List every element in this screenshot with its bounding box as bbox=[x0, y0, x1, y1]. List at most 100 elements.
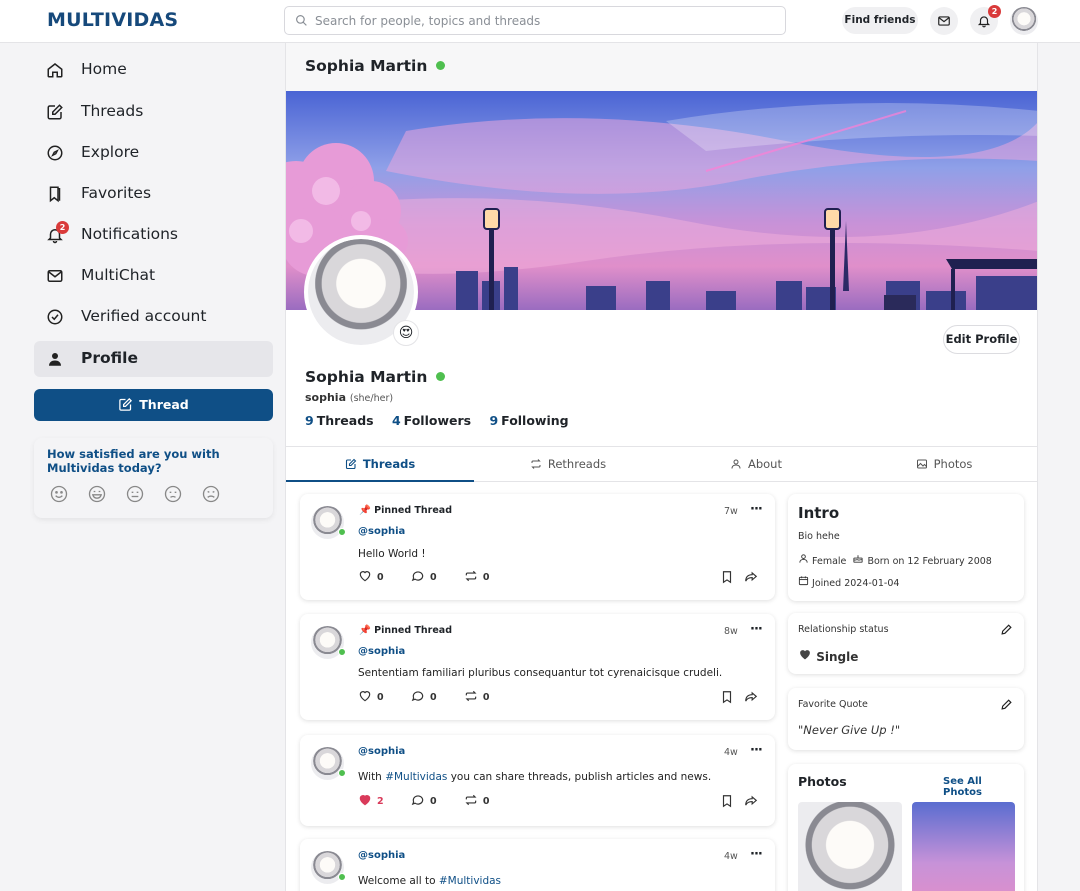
sidebar-item-label: MultiChat bbox=[81, 266, 156, 284]
sidebar-item-multichat[interactable]: MultiChat bbox=[34, 258, 273, 294]
thread-card[interactable]: 4w ··· @sophia Welcome all to #Multivida… bbox=[300, 839, 775, 891]
tab-label: Photos bbox=[933, 457, 973, 471]
following-stat[interactable]: 9 Following bbox=[489, 413, 568, 428]
header-name-text: Sophia Martin bbox=[305, 57, 428, 75]
notifications-badge: 2 bbox=[56, 221, 69, 234]
online-indicator bbox=[338, 648, 346, 656]
logo[interactable]: MULTIVIDAS bbox=[47, 9, 178, 31]
relationship-label: Relationship status bbox=[798, 624, 889, 635]
repeat-icon bbox=[531, 459, 541, 469]
bookmark-icon[interactable] bbox=[720, 794, 734, 808]
rethread-count: 0 bbox=[482, 692, 490, 703]
sidebar-item-explore[interactable]: Explore bbox=[34, 135, 273, 171]
notifications-button[interactable]: 2 bbox=[970, 5, 1001, 35]
edit-icon bbox=[345, 458, 357, 470]
repeat-icon bbox=[465, 570, 477, 582]
pencil-icon[interactable] bbox=[1000, 623, 1013, 636]
sidebar-item-threads[interactable]: Threads bbox=[34, 94, 273, 130]
intro-card: Intro Bio hehe Female Born on 12 Februar… bbox=[788, 494, 1024, 601]
post-text: With #Multividas you can share threads, … bbox=[358, 771, 711, 783]
threads-stat[interactable]: 9 Threads bbox=[305, 413, 374, 428]
rethread-button[interactable]: 0 bbox=[464, 689, 490, 703]
notifications-badge: 2 bbox=[988, 5, 1001, 18]
status-emoji[interactable]: 😍 bbox=[393, 320, 419, 346]
photo-thumbnail[interactable] bbox=[798, 802, 902, 891]
face-neutral-icon[interactable] bbox=[125, 484, 145, 504]
post-text-part: With bbox=[358, 771, 386, 783]
relationship-value-row: Single bbox=[798, 648, 858, 664]
online-indicator bbox=[338, 528, 346, 536]
edit-icon bbox=[47, 104, 63, 120]
pronouns: (she/her) bbox=[349, 393, 394, 404]
search-input[interactable]: Search for people, topics and threads bbox=[284, 6, 786, 35]
pencil-icon[interactable] bbox=[1000, 698, 1013, 711]
share-icon[interactable] bbox=[744, 690, 758, 704]
rethread-count: 0 bbox=[482, 572, 490, 583]
photo-thumbnail[interactable] bbox=[912, 802, 1015, 891]
hashtag-link[interactable]: #Multividas bbox=[385, 771, 447, 783]
heart-filled-icon bbox=[359, 795, 371, 806]
post-handle[interactable]: @sophia bbox=[358, 526, 405, 537]
intro-born: Born on 12 February 2008 bbox=[867, 556, 992, 567]
sidebar-item-verified-account[interactable]: Verified account bbox=[34, 299, 273, 335]
bookmark-icon[interactable] bbox=[720, 690, 734, 704]
rethread-button[interactable]: 0 bbox=[464, 569, 490, 583]
see-all-photos-link[interactable]: See All Photos bbox=[943, 776, 1024, 798]
tab-photos[interactable]: Photos bbox=[850, 447, 1037, 482]
post-handle[interactable]: @sophia bbox=[358, 850, 405, 861]
bookmark-icon[interactable] bbox=[720, 570, 734, 584]
sidebar-item-favorites[interactable]: Favorites bbox=[34, 176, 273, 212]
tab-rethreads[interactable]: Rethreads bbox=[474, 447, 662, 482]
comment-icon bbox=[411, 571, 424, 582]
profile-name-text: Sophia Martin bbox=[305, 368, 428, 386]
face-grin-icon[interactable] bbox=[87, 484, 107, 504]
thread-card[interactable]: 📌 Pinned Thread 7w ··· @sophia Hello Wor… bbox=[300, 494, 775, 600]
hashtag-link[interactable]: #Multividas bbox=[439, 875, 501, 887]
post-handle[interactable]: @sophia bbox=[358, 646, 405, 657]
more-options-icon[interactable]: ··· bbox=[750, 502, 763, 517]
face-unhappy-icon[interactable] bbox=[163, 484, 183, 504]
new-thread-button[interactable]: Thread bbox=[34, 389, 273, 421]
profile-header-bar: Sophia Martin bbox=[286, 43, 1037, 91]
post-time: 4w bbox=[724, 747, 738, 758]
more-options-icon[interactable]: ··· bbox=[750, 622, 763, 637]
comment-button[interactable]: 0 bbox=[411, 569, 437, 583]
tab-threads[interactable]: Threads bbox=[286, 447, 474, 482]
followers-stat[interactable]: 4 Followers bbox=[392, 413, 471, 428]
username: sophia bbox=[305, 391, 347, 404]
user-avatar-menu[interactable] bbox=[1010, 7, 1038, 35]
more-options-icon[interactable]: ··· bbox=[750, 847, 763, 862]
intro-gender: Female bbox=[812, 556, 847, 567]
sidebar-item-label: Profile bbox=[81, 349, 138, 367]
like-button[interactable]: 0 bbox=[358, 689, 384, 703]
face-sad-icon[interactable] bbox=[201, 484, 221, 504]
thread-card[interactable]: 4w ··· @sophia With #Multividas you can … bbox=[300, 735, 775, 826]
more-options-icon[interactable]: ··· bbox=[750, 743, 763, 758]
share-icon[interactable] bbox=[744, 794, 758, 808]
online-indicator bbox=[436, 61, 446, 70]
like-button[interactable]: 0 bbox=[358, 569, 384, 583]
like-button[interactable]: 2 bbox=[358, 793, 384, 807]
find-friends-button[interactable]: Find friends bbox=[842, 7, 918, 34]
profile-tabs: Threads Rethreads About Photos bbox=[286, 446, 1037, 482]
post-time: 7w bbox=[724, 506, 738, 517]
sidebar-item-home[interactable]: Home bbox=[34, 52, 273, 88]
rethread-button[interactable]: 0 bbox=[464, 793, 490, 807]
face-add-icon[interactable] bbox=[49, 484, 69, 504]
post-handle[interactable]: @sophia bbox=[358, 746, 405, 757]
favorite-quote-card: Favorite Quote "Never Give Up !" bbox=[788, 688, 1024, 750]
share-icon[interactable] bbox=[744, 570, 758, 584]
comment-button[interactable]: 0 bbox=[411, 689, 437, 703]
pinned-text: Pinned Thread bbox=[374, 625, 453, 636]
intro-details: Female Born on 12 February 2008 bbox=[798, 553, 992, 567]
user-outline-icon bbox=[799, 554, 808, 563]
edit-profile-button[interactable]: Edit Profile bbox=[943, 325, 1020, 354]
image-icon bbox=[916, 459, 927, 469]
messages-button[interactable] bbox=[930, 7, 958, 35]
tab-about[interactable]: About bbox=[662, 447, 850, 482]
thread-card[interactable]: 📌 Pinned Thread 8w ··· @sophia Sententia… bbox=[300, 614, 775, 720]
sidebar-item-profile[interactable]: Profile bbox=[34, 341, 273, 377]
verified-icon bbox=[47, 309, 63, 325]
sidebar-item-notifications[interactable]: 2 Notifications bbox=[34, 217, 273, 253]
comment-button[interactable]: 0 bbox=[411, 793, 437, 807]
